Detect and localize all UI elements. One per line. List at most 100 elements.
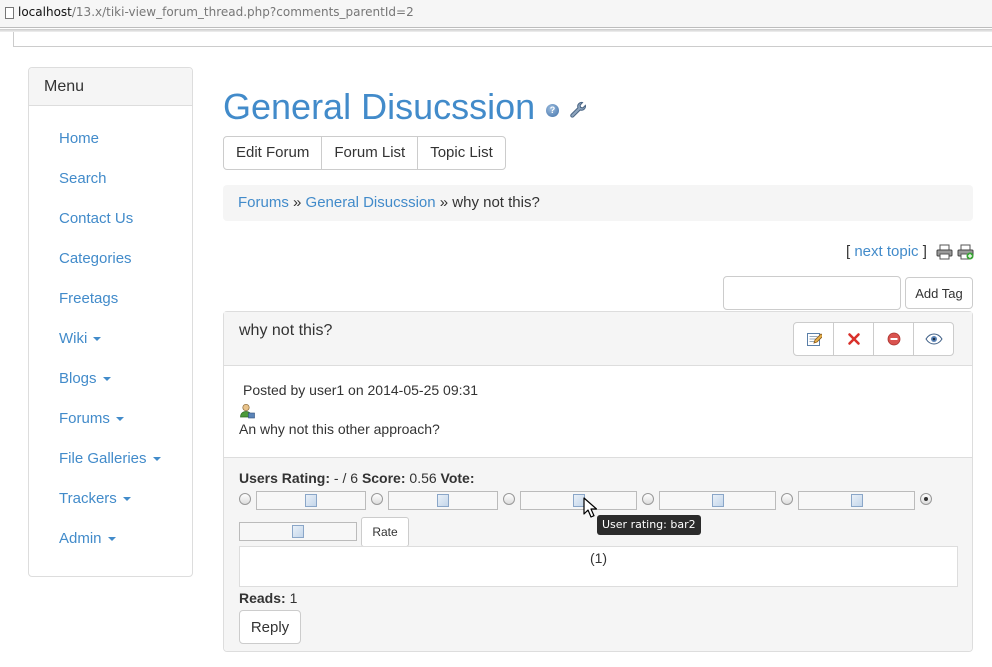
menu-item-label: Wiki: [59, 330, 88, 347]
post-action-group: [793, 322, 954, 356]
reads-label: Reads:: [239, 590, 286, 606]
menu-item-label: Home: [59, 130, 100, 147]
menu-item-wiki[interactable]: Wiki: [29, 319, 192, 359]
posted-by: Posted by user1 on 2014-05-25 09:31: [243, 382, 479, 398]
post-text: An why not this other approach?: [239, 421, 440, 437]
menu-item-categories[interactable]: Categories: [29, 239, 192, 279]
print-all-icon[interactable]: [957, 244, 974, 260]
remove-post-button[interactable]: [873, 322, 914, 356]
breadcrumb-forums-link[interactable]: Forums: [238, 194, 289, 211]
url-path: /13.x/tiki-view_forum_thread.php?comment…: [71, 5, 414, 19]
rating-bar-2[interactable]: [388, 491, 498, 510]
url-host: localhost: [18, 5, 72, 19]
menu-item-label: Trackers: [59, 490, 117, 507]
forum-button-group: Edit Forum Forum List Topic List: [223, 136, 506, 170]
breadcrumb-current: why not this?: [452, 194, 540, 211]
rating-option-5-radio[interactable]: [781, 493, 793, 505]
rating-bar-5[interactable]: [798, 491, 915, 510]
caret-down-icon: [152, 457, 161, 462]
vote-label: Vote:: [440, 470, 475, 486]
delete-post-button[interactable]: [833, 322, 874, 356]
caret-down-icon: [115, 417, 124, 422]
print-icon[interactable]: [936, 244, 953, 260]
menu-item-label: Categories: [59, 250, 132, 267]
menu-item-admin[interactable]: Admin: [29, 519, 192, 559]
breadcrumb-separator: »: [439, 194, 449, 211]
rating-option-6-radio[interactable]: [920, 493, 932, 505]
menu-item-forums[interactable]: Forums: [29, 399, 192, 439]
edit-forum-button[interactable]: Edit Forum: [223, 136, 323, 170]
post-footer: Users Rating: - / 6 Score: 0.56 Vote: Ra…: [224, 457, 972, 651]
wrench-icon[interactable]: [568, 100, 588, 120]
broken-image-icon: [850, 494, 863, 507]
post-body: Posted by user1 on 2014-05-25 09:31 An w…: [239, 382, 959, 437]
broken-image-icon: [437, 494, 449, 507]
top-strip: [13, 32, 992, 47]
broken-image-icon: [305, 494, 317, 507]
user-icon: [240, 403, 255, 419]
bracket-close: ]: [922, 243, 927, 260]
page-icon: [5, 7, 14, 19]
rating-option-4-radio[interactable]: [642, 493, 654, 505]
reply-button[interactable]: Reply: [239, 610, 301, 644]
breadcrumb: Forums » General Disucssion » why not th…: [223, 185, 973, 221]
users-rating-value: - / 6: [330, 470, 362, 486]
menu-item-label: File Galleries: [59, 450, 147, 467]
rating-bar-1[interactable]: [256, 491, 366, 510]
bracket-open: [: [846, 243, 851, 260]
users-rating-label: Users Rating:: [239, 470, 331, 486]
caret-down-icon: [107, 537, 116, 542]
tag-input[interactable]: [723, 276, 901, 310]
reads-value: 1: [285, 590, 298, 606]
broken-image-icon: [292, 525, 304, 538]
rating-bar-6[interactable]: [239, 522, 357, 541]
menu-item-search[interactable]: Search: [29, 159, 192, 199]
rating-result: (1): [239, 546, 958, 587]
post-title: why not this?: [239, 322, 333, 339]
page-title[interactable]: General Disucssion: [223, 86, 535, 128]
edit-post-button[interactable]: [793, 322, 834, 356]
rating-option-2-radio[interactable]: [371, 493, 383, 505]
watch-post-button[interactable]: [913, 322, 954, 356]
edit-icon: [806, 333, 822, 346]
menu-item-label: Contact Us: [59, 210, 134, 227]
watch-icon: [924, 333, 943, 345]
menu-item-file-galleries[interactable]: File Galleries: [29, 439, 192, 479]
next-topic-nav: [ next topic ]: [846, 243, 927, 260]
mouse-cursor-icon: [583, 497, 597, 518]
menu-item-label: Blogs: [59, 370, 97, 387]
next-topic-link[interactable]: next topic: [854, 243, 918, 260]
menu-panel: Menu Home Search Contact Us Categories F…: [28, 67, 193, 577]
menu-item-label: Freetags: [59, 290, 119, 307]
menu-item-contact-us[interactable]: Contact Us: [29, 199, 192, 239]
forum-list-button[interactable]: Forum List: [321, 136, 419, 170]
add-tag-button[interactable]: Add Tag: [905, 277, 973, 309]
delete-icon: [847, 333, 860, 345]
post-heading: why not this?: [224, 312, 972, 366]
menu-item-trackers[interactable]: Trackers: [29, 479, 192, 519]
menu-item-blogs[interactable]: Blogs: [29, 359, 192, 399]
caret-down-icon: [102, 377, 111, 382]
menu-title: Menu: [29, 68, 192, 106]
breadcrumb-forum-link[interactable]: General Disucssion: [306, 194, 436, 211]
topic-list-button[interactable]: Topic List: [417, 136, 506, 170]
score-label: Score:: [361, 470, 406, 486]
rating-summary: Users Rating: - / 6 Score: 0.56 Vote:: [239, 470, 475, 486]
rating-tooltip: User rating: bar2: [597, 515, 701, 535]
menu-list: Home Search Contact Us Categories Freeta…: [29, 106, 192, 559]
reads-count: Reads: 1: [239, 590, 297, 606]
menu-item-label: Forums: [59, 410, 110, 427]
help-icon[interactable]: ?: [546, 104, 559, 117]
menu-item-home[interactable]: Home: [29, 119, 192, 159]
browser-url-bar[interactable]: localhost/13.x/tiki-view_forum_thread.ph…: [0, 0, 992, 28]
url-text[interactable]: localhost/13.x/tiki-view_forum_thread.ph…: [18, 5, 414, 19]
post-panel: why not this? Posted by user1 on 2014-05…: [223, 311, 973, 652]
rating-bar-3[interactable]: [520, 491, 637, 510]
rating-bar-4[interactable]: [659, 491, 776, 510]
caret-down-icon: [122, 497, 131, 502]
menu-item-freetags[interactable]: Freetags: [29, 279, 192, 319]
rating-option-1-radio[interactable]: [239, 493, 251, 505]
menu-item-label: Admin: [59, 530, 102, 547]
rating-option-3-radio[interactable]: [503, 493, 515, 505]
rate-button[interactable]: Rate: [361, 517, 409, 547]
